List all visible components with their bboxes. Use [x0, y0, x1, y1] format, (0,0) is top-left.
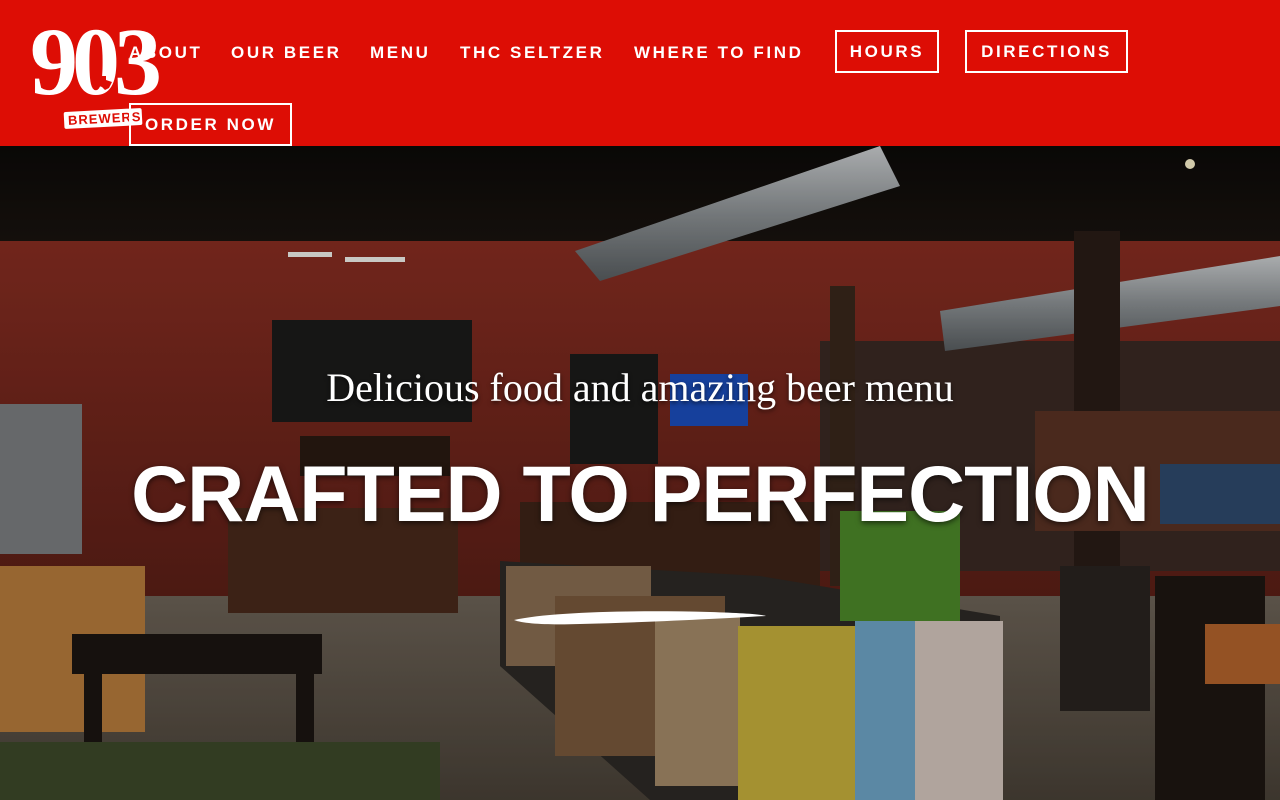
site-header: 903 BREWERS ABOUT OUR BEER MENU THC SELT…	[0, 0, 1280, 146]
hero-subtitle: Delicious food and amazing beer menu	[326, 365, 954, 410]
nav-thc-seltzer[interactable]: THC SELTZER	[460, 44, 604, 61]
hero-title: CRAFTED TO PERFECTION	[131, 449, 1150, 538]
nav-where-to-find[interactable]: WHERE TO FIND	[634, 44, 804, 61]
order-now-button[interactable]: ORDER NOW	[129, 103, 292, 146]
main-nav: ABOUT OUR BEER MENU THC SELTZER WHERE TO…	[0, 0, 1280, 146]
hero-section: Delicious food and amazing beer menu CRA…	[0, 146, 1280, 800]
directions-button[interactable]: DIRECTIONS	[965, 30, 1128, 73]
hours-button[interactable]: HOURS	[835, 30, 939, 73]
nav-our-beer[interactable]: OUR BEER	[231, 44, 342, 61]
nav-menu[interactable]: MENU	[370, 44, 430, 61]
brush-stroke-divider	[514, 611, 766, 625]
nav-about[interactable]: ABOUT	[129, 44, 202, 61]
